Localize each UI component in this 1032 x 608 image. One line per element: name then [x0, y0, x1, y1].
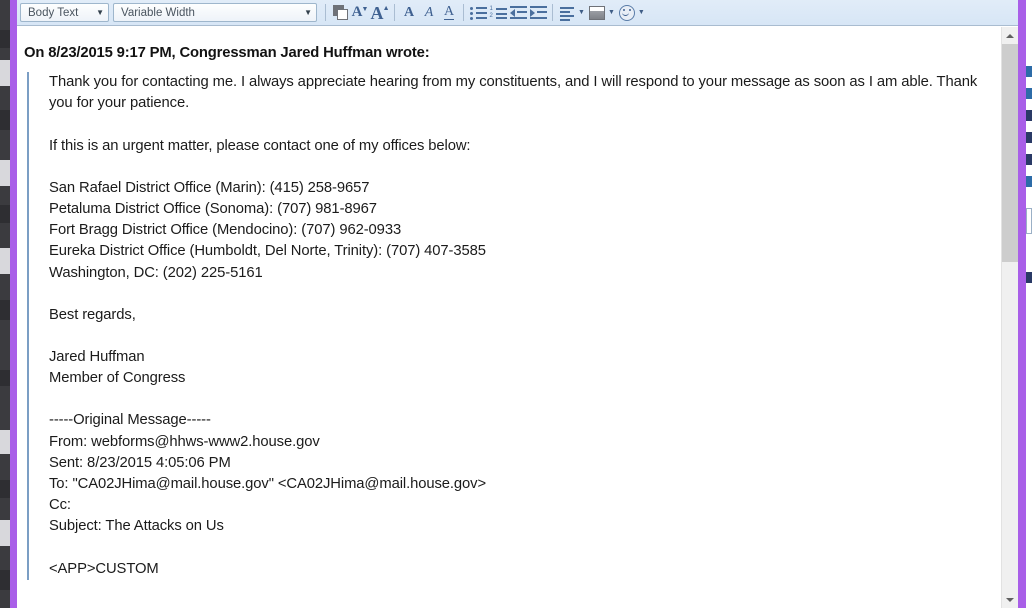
- highlight-dropdown-caret-icon[interactable]: ▼: [608, 9, 615, 16]
- header-sent: Sent: 8/23/2015 4:05:06 PM: [49, 454, 231, 471]
- outdent-icon: [509, 6, 527, 19]
- font-family-value: Variable Width: [121, 6, 195, 19]
- paragraph-style-select[interactable]: Body Text ▼: [20, 3, 109, 22]
- header-from: From: webforms@hhws-www2.house.gov: [49, 433, 320, 450]
- document-content: On 8/23/2015 9:17 PM, Congressman Jared …: [17, 27, 1001, 580]
- insert-smiley-button[interactable]: [617, 2, 637, 23]
- bold-icon: A: [403, 4, 415, 20]
- office-line: Washington, DC: (202) 225-5161: [49, 264, 263, 281]
- font-size-decrease-icon: A ▼: [351, 4, 369, 20]
- increase-indent-button[interactable]: [528, 2, 548, 23]
- header-cc: Cc:: [49, 497, 71, 514]
- original-message-divider: -----Original Message-----: [49, 412, 211, 429]
- window-accent-stripe-right: [1018, 0, 1026, 608]
- quote-paragraph-2: If this is an urgent matter, please cont…: [49, 137, 471, 154]
- chevron-down-icon: [1006, 597, 1014, 602]
- italic-icon: A: [424, 4, 434, 20]
- toolbar-divider: [325, 4, 326, 21]
- office-line: San Rafael District Office (Marin): (415…: [49, 179, 370, 196]
- background-window-left: [0, 0, 10, 608]
- closing-line: Best regards,: [49, 306, 136, 323]
- toolbar-divider: [394, 4, 395, 21]
- background-window-right: [1026, 0, 1032, 608]
- office-line: Eureka District Office (Humboldt, Del No…: [49, 243, 486, 260]
- align-button[interactable]: [557, 2, 577, 23]
- app-custom-line: <APP>CUSTOM: [49, 560, 159, 577]
- header-subject: Subject: The Attacks on Us: [49, 518, 224, 535]
- office-line: Fort Bragg District Office (Mendocino): …: [49, 222, 402, 239]
- quote-attribution-line: On 8/23/2015 9:17 PM, Congressman Jared …: [24, 45, 430, 61]
- numbered-list-icon: 1 2: [490, 6, 507, 19]
- bulleted-list-button[interactable]: [468, 2, 488, 23]
- align-icon: [560, 6, 574, 21]
- signature-line: Member of Congress: [49, 370, 186, 387]
- message-editor-window: Body Text ▼ Variable Width ▼ A ▼ A ▲ A A…: [17, 0, 1018, 608]
- message-body-editor[interactable]: On 8/23/2015 9:17 PM, Congressman Jared …: [17, 27, 1001, 608]
- quote-paragraph-1: Thank you for contacting me. I always ap…: [49, 74, 978, 112]
- signature-line: Jared Huffman: [49, 349, 145, 366]
- vertical-scrollbar[interactable]: [1001, 27, 1018, 608]
- formatting-toolbar: Body Text ▼ Variable Width ▼ A ▼ A ▲ A A…: [17, 0, 1018, 26]
- chevron-down-icon: ▼: [96, 7, 104, 17]
- bold-button[interactable]: A: [399, 2, 419, 23]
- underline-button[interactable]: A: [439, 2, 459, 23]
- font-color-button[interactable]: [330, 2, 350, 23]
- align-dropdown-caret-icon[interactable]: ▼: [578, 9, 585, 16]
- window-accent-stripe-left: [10, 0, 17, 608]
- indent-icon: [529, 6, 547, 19]
- toolbar-divider: [552, 4, 553, 21]
- chevron-up-icon: [1006, 33, 1014, 38]
- scroll-down-button[interactable]: [1002, 591, 1018, 608]
- color-swatch-icon: [332, 5, 348, 20]
- scrollbar-thumb[interactable]: [1002, 44, 1018, 262]
- toolbar-divider: [463, 4, 464, 21]
- highlight-icon: [588, 5, 605, 20]
- numbered-list-button[interactable]: 1 2: [488, 2, 508, 23]
- highlight-color-button[interactable]: [587, 2, 607, 23]
- underline-icon: A: [443, 4, 455, 20]
- header-to: To: "CA02JHima@mail.house.gov" <CA02JHim…: [49, 476, 487, 493]
- chevron-down-icon: ▼: [304, 7, 312, 17]
- increase-font-size-button[interactable]: A ▲: [370, 2, 390, 23]
- italic-button[interactable]: A: [419, 2, 439, 23]
- bulleted-list-icon: [469, 6, 487, 20]
- smiley-icon: [618, 4, 635, 21]
- quoted-message-blockquote: Thank you for contacting me. I always ap…: [27, 72, 1001, 580]
- smiley-dropdown-caret-icon[interactable]: ▼: [638, 9, 645, 16]
- font-family-select[interactable]: Variable Width ▼: [113, 3, 317, 22]
- editor-screen: Body Text ▼ Variable Width ▼ A ▼ A ▲ A A…: [0, 0, 1032, 608]
- paragraph-style-value: Body Text: [28, 6, 79, 19]
- decrease-indent-button[interactable]: [508, 2, 528, 23]
- office-line: Petaluma District Office (Sonoma): (707)…: [49, 201, 377, 218]
- font-size-increase-icon: A ▲: [370, 2, 390, 23]
- scroll-up-button[interactable]: [1002, 27, 1018, 44]
- decrease-font-size-button[interactable]: A ▼: [350, 2, 370, 23]
